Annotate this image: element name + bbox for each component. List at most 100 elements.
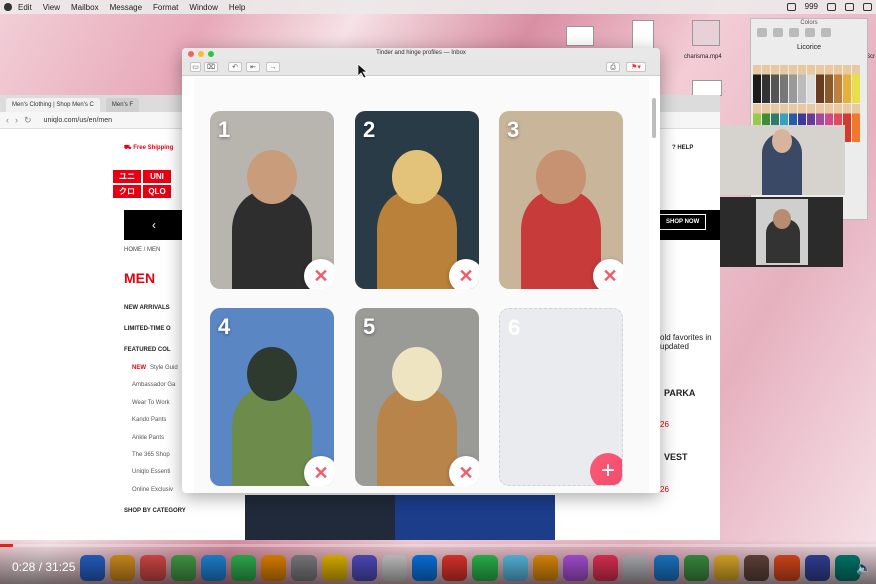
carousel-prev-button[interactable]: ‹ [124,210,184,240]
photo-subject [377,191,457,289]
pencil-swatch[interactable] [852,104,860,142]
product-parka[interactable]: PARKA [664,388,695,398]
sub-item[interactable]: NEW Style Guid [132,365,178,371]
menu-window[interactable]: Window [189,3,217,12]
remove-photo-button[interactable]: ✕ [449,259,479,289]
photo-slot[interactable]: 3 ✕ [499,111,623,289]
photo-slot[interactable]: 2 ✕ [355,111,479,289]
palette-icon[interactable] [789,28,799,37]
add-photo-button[interactable]: + [590,453,622,485]
desktop-screenshot-icon[interactable] [692,80,722,96]
sub-item[interactable]: Ambassador Ga [132,382,175,388]
photo-slot[interactable]: 4 ✕ [210,308,334,486]
pencil-swatch[interactable] [762,65,770,103]
uniqlo-logo[interactable]: ユニ UNI クロ QLO [113,170,171,198]
scrollbar[interactable] [652,98,656,138]
video-progress-bar[interactable] [0,544,876,547]
reload-icon[interactable]: ↻ [24,115,32,126]
remove-photo-button[interactable]: ✕ [449,456,479,486]
sliders-icon[interactable] [773,28,783,37]
nav-shop-by-category[interactable]: SHOP BY CATEGORY [124,508,186,514]
tab-second[interactable]: Men's F [105,98,140,112]
print-icon[interactable]: ⎙ [606,62,620,72]
product-image[interactable] [395,495,555,540]
nav-featured[interactable]: FEATURED COL [124,347,171,353]
total-time: 31:25 [45,560,76,574]
forward-icon[interactable]: → [266,62,280,72]
colors-title: Colors [800,20,818,26]
battery-count: 999 [804,2,818,11]
menu-help[interactable]: Help [229,3,245,12]
reply-icon[interactable]: ↶ [228,62,242,72]
sub-item[interactable]: Wear To Work [132,400,170,406]
pencil-swatch[interactable] [825,65,833,103]
mouse-cursor-icon [358,64,368,78]
forward-icon[interactable]: › [15,115,18,125]
wifi-icon[interactable] [863,2,872,11]
apple-icon[interactable] [4,3,12,11]
flag-icon[interactable]: ⚑▾ [626,62,646,72]
photo-slot[interactable]: 1 ✕ [210,111,334,289]
shop-now-button[interactable]: SHOP NOW [659,214,707,230]
photo-detail [536,150,586,204]
url-text[interactable]: uniqlo.com/us/en/men [44,117,112,124]
sub-item[interactable]: Uniqlo Essenti [132,469,170,475]
slot-number: 5 [363,314,376,339]
display-icon[interactable] [786,2,796,11]
photo-detail [247,150,297,204]
menu-edit[interactable]: Edit [18,3,32,12]
airplay-icon[interactable] [827,2,836,11]
desktop-file-icon[interactable] [566,26,594,46]
tab-uniqlo[interactable]: Men's Clothing | Shop Men's C [6,98,100,112]
photo-slot[interactable]: 5 ✕ [355,308,479,486]
sub-item[interactable]: Online Exclusiv [132,487,173,493]
free-shipping-label: Free Shipping [133,145,174,151]
image-palette-icon[interactable] [805,28,815,37]
sub-item[interactable]: Kando Pants [132,417,166,423]
price-vest: 26 [660,485,669,494]
person-head [773,209,791,229]
volume-icon[interactable]: 🔈 [856,560,872,576]
pencil-swatch[interactable] [834,65,842,103]
reply-all-icon[interactable]: ⇤ [246,62,260,72]
mail-titlebar[interactable]: Tinder and hinge profiles — Inbox [182,48,660,59]
pencil-swatch[interactable] [852,65,860,103]
pencil-swatch[interactable] [816,65,824,103]
pencil-swatch[interactable] [798,65,806,103]
pencil-swatch[interactable] [771,65,779,103]
menu-message[interactable]: Message [110,3,142,12]
pencil-swatch[interactable] [807,65,815,103]
product-vest[interactable]: VEST [664,452,688,462]
remove-photo-button[interactable]: ✕ [304,259,334,289]
zoom-icon[interactable] [208,51,214,57]
desktop-doc-icon[interactable] [632,20,654,50]
remove-photo-button[interactable]: ✕ [304,456,334,486]
video-tile-woman [720,125,845,195]
selected-color-name: Licorice [796,44,822,51]
pencil-swatch[interactable] [753,65,761,103]
sub-item[interactable]: The 365 Shop [132,452,170,458]
pencil-swatch[interactable] [789,65,797,103]
volume-icon[interactable] [845,2,854,11]
remove-photo-button[interactable]: ✕ [593,259,623,289]
close-icon[interactable] [188,51,194,57]
minimize-icon[interactable] [198,51,204,57]
free-shipping-banner[interactable]: ⛟ Free Shipping [124,144,173,152]
menu-mailbox[interactable]: Mailbox [71,3,99,12]
desktop-video-icon[interactable] [692,20,720,46]
sub-item[interactable]: Ankle Pants [132,435,164,441]
pencils-icon[interactable] [821,28,831,37]
archive-icon[interactable]: ▭ [190,62,201,72]
menu-format[interactable]: Format [153,3,178,12]
back-icon[interactable]: ‹ [6,115,9,125]
pencil-swatch[interactable] [780,65,788,103]
nav-limited-time[interactable]: LIMITED-TIME O [124,326,171,332]
menu-view[interactable]: View [43,3,60,12]
photo-grid: 1 ✕ 2 ✕ 3 ✕ 4 ✕ 5 ✕ 6 + [194,78,649,493]
nav-new-arrivals[interactable]: NEW ARRIVALS [124,305,170,311]
color-wheel-icon[interactable] [757,28,767,37]
empty-photo-slot[interactable]: 6 + [499,308,623,486]
pencil-swatch[interactable] [843,65,851,103]
help-link[interactable]: ? HELP [672,145,693,151]
junk-icon[interactable]: ⌧ [204,62,218,72]
